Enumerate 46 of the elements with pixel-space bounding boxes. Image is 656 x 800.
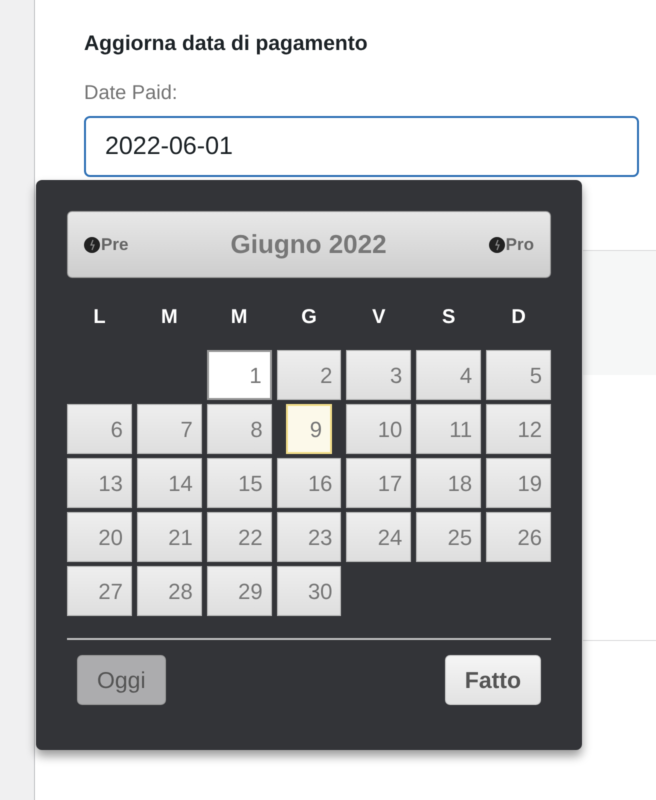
- day-cell[interactable]: 13: [67, 458, 132, 508]
- previous-month-button[interactable]: Pre: [84, 232, 128, 258]
- section-heading: Aggiorna data di pagamento: [84, 31, 369, 57]
- day-cell[interactable]: 15: [206, 458, 272, 508]
- next-month-button[interactable]: Pro: [488, 232, 534, 258]
- weekday-label: D: [510, 305, 527, 330]
- date-field[interactable]: 2022-06-01: [84, 116, 639, 176]
- day-cell[interactable]: 16: [276, 458, 342, 508]
- day-cell[interactable]: 2: [276, 350, 342, 400]
- day-cell[interactable]: 10: [346, 404, 412, 454]
- weekday-label: V: [371, 305, 387, 330]
- day-cell[interactable]: 26: [486, 512, 551, 562]
- day-cell[interactable]: 1: [206, 350, 272, 400]
- field-label: Date Paid:: [84, 80, 178, 106]
- day-cell[interactable]: 25: [416, 512, 482, 562]
- day-cell[interactable]: 18: [416, 458, 482, 508]
- day-cell[interactable]: 28: [136, 566, 202, 616]
- day-cell[interactable]: 12: [486, 404, 551, 454]
- day-cell[interactable]: 4: [416, 350, 482, 400]
- day-cell[interactable]: 22: [206, 512, 272, 562]
- day-cell[interactable]: 3: [346, 350, 412, 400]
- weekday-label: S: [441, 305, 456, 330]
- weekday-label: L: [92, 305, 107, 330]
- day-cell[interactable]: 7: [136, 404, 202, 454]
- day-cell[interactable]: 5: [486, 350, 551, 400]
- circle-icon: [84, 236, 100, 252]
- day-cell[interactable]: 19: [486, 458, 551, 508]
- circle-icon: [488, 236, 505, 252]
- day-cell[interactable]: 14: [136, 458, 202, 508]
- day-cell[interactable]: 8: [206, 404, 272, 454]
- day-cell[interactable]: 11: [416, 404, 482, 454]
- day-cell[interactable]: 29: [206, 566, 272, 616]
- day-cell[interactable]: 27: [67, 566, 132, 616]
- weekday-label: M: [230, 305, 248, 330]
- day-cell[interactable]: 20: [67, 512, 132, 562]
- day-cell[interactable]: 21: [136, 512, 202, 562]
- day-cell[interactable]: 17: [346, 458, 412, 508]
- day-cell[interactable]: 30: [276, 566, 342, 616]
- weekday-label: M: [160, 305, 179, 330]
- done-button[interactable]: Fatto: [444, 655, 541, 705]
- weekday-label: G: [300, 305, 318, 330]
- day-cell[interactable]: 24: [346, 512, 412, 562]
- day-cell[interactable]: 6: [67, 404, 132, 454]
- day-cell[interactable]: 23: [276, 512, 342, 562]
- day-cell[interactable]: 9: [286, 404, 332, 454]
- month-title: Giugno 2022: [230, 228, 387, 261]
